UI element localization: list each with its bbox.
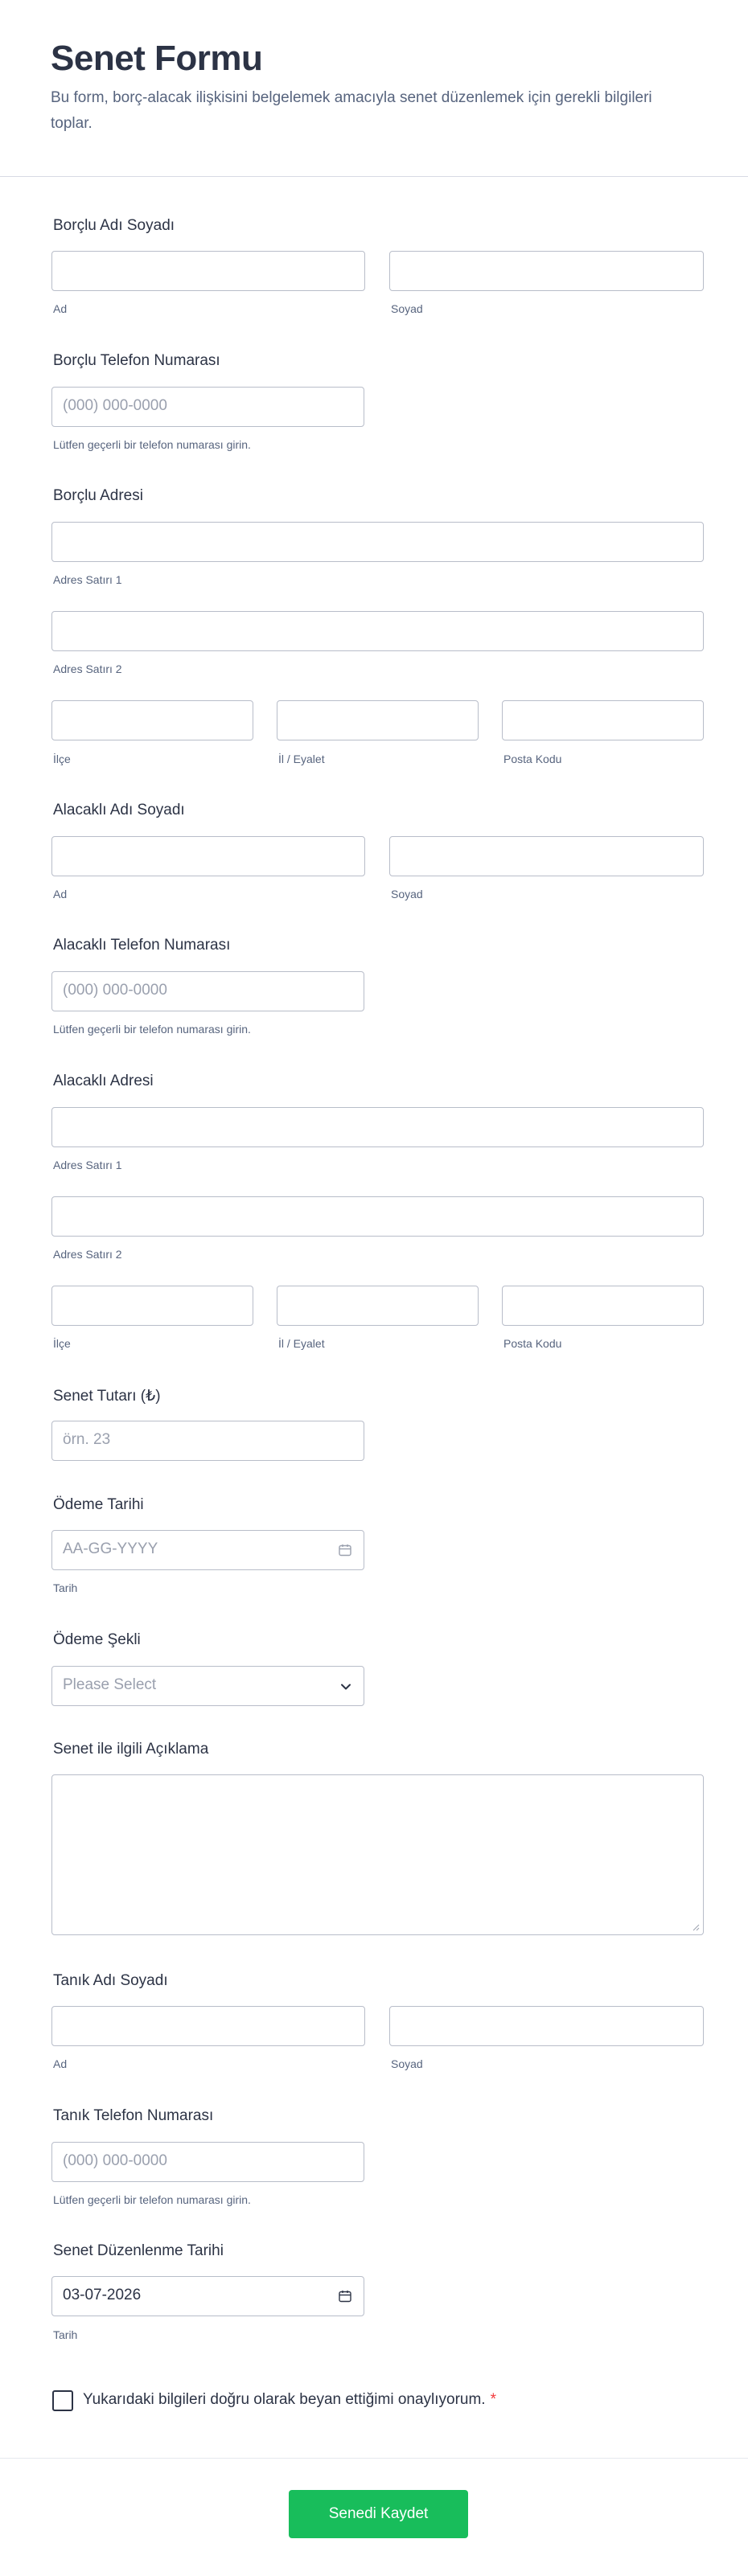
- confirm-label[interactable]: Yukarıdaki bilgileri doğru olarak beyan …: [83, 2391, 496, 2409]
- issue-date-label: Senet Düzenlenme Tarihi: [53, 2242, 224, 2259]
- borrower-name-label: Borçlu Adı Soyadı: [53, 217, 175, 234]
- witness-name-label: Tanık Adı Soyadı: [53, 1972, 168, 1989]
- payment-date-placeholder: AA-GG-YYYY: [63, 1540, 158, 1557]
- witness-phone-label: Tanık Telefon Numarası: [53, 2107, 214, 2124]
- witness-phone-placeholder: (000) 000-0000: [63, 2152, 167, 2169]
- payment-method-placeholder: Please Select: [63, 1676, 157, 1693]
- creditor-name-label: Alacaklı Adı Soyadı: [53, 802, 185, 818]
- payment-method-label: Ödeme Şekli: [53, 1631, 141, 1648]
- borrower-first-name-sublabel: Ad: [53, 302, 68, 315]
- creditor-phone-label: Alacaklı Telefon Numarası: [53, 937, 231, 954]
- witness-phone-hint: Lütfen geçerli bir telefon numarası giri…: [53, 2193, 251, 2206]
- witness-last-name-sublabel: Soyad: [391, 2057, 423, 2070]
- witness-phone-input[interactable]: (000) 000-0000: [51, 2142, 364, 2182]
- creditor-address-line1-sublabel: Adres Satırı 1: [53, 1159, 122, 1171]
- borrower-first-name-input[interactable]: [51, 251, 365, 291]
- creditor-address-label: Alacaklı Adresi: [53, 1073, 154, 1089]
- creditor-district-input[interactable]: [51, 1286, 253, 1326]
- confirm-checkbox[interactable]: [52, 2390, 73, 2411]
- borrower-address-line1-sublabel: Adres Satırı 1: [53, 573, 122, 586]
- creditor-province-sublabel: İl / Eyalet: [278, 1337, 325, 1350]
- borrower-postal-sublabel: Posta Kodu: [503, 753, 562, 765]
- amount-placeholder: örn. 23: [63, 1431, 111, 1448]
- borrower-postal-input[interactable]: [502, 700, 704, 740]
- witness-first-name-sublabel: Ad: [53, 2057, 68, 2070]
- issue-date-value: 03-07-2026: [63, 2287, 142, 2303]
- creditor-phone-hint: Lütfen geçerli bir telefon numarası giri…: [53, 1023, 251, 1036]
- borrower-address-label: Borçlu Adresi: [53, 487, 143, 504]
- borrower-address-line1-input[interactable]: [51, 522, 704, 562]
- payment-date-input[interactable]: AA-GG-YYYY: [51, 1530, 364, 1570]
- creditor-postal-sublabel: Posta Kodu: [503, 1337, 562, 1350]
- payment-date-label: Ödeme Tarihi: [53, 1496, 144, 1513]
- borrower-address-line2-sublabel: Adres Satırı 2: [53, 662, 122, 675]
- confirm-label-text: Yukarıdaki bilgileri doğru olarak beyan …: [83, 2391, 486, 2408]
- witness-first-name-input[interactable]: [51, 2006, 365, 2046]
- borrower-address-line2-input[interactable]: [51, 611, 704, 651]
- issue-date-sublabel: Tarih: [53, 2328, 78, 2341]
- creditor-address-line1-input[interactable]: [51, 1107, 704, 1147]
- amount-input[interactable]: örn. 23: [51, 1421, 364, 1461]
- borrower-phone-input[interactable]: (000) 000-0000: [51, 387, 364, 427]
- required-mark: *: [490, 2391, 496, 2408]
- issue-date-input[interactable]: 03-07-2026: [51, 2276, 364, 2316]
- borrower-last-name-sublabel: Soyad: [391, 302, 423, 315]
- borrower-province-input[interactable]: [277, 700, 479, 740]
- borrower-phone-hint: Lütfen geçerli bir telefon numarası giri…: [53, 438, 251, 451]
- borrower-phone-label: Borçlu Telefon Numarası: [53, 352, 220, 369]
- description-textarea[interactable]: [51, 1774, 704, 1935]
- borrower-district-input[interactable]: [51, 700, 253, 740]
- creditor-phone-placeholder: (000) 000-0000: [63, 982, 167, 999]
- borrower-last-name-input[interactable]: [389, 251, 704, 291]
- creditor-last-name-input[interactable]: [389, 836, 704, 876]
- form-header: Senet Formu Bu form, borç-alacak ilişkis…: [0, 0, 748, 177]
- calendar-icon[interactable]: [338, 1543, 352, 1557]
- calendar-icon[interactable]: [338, 2289, 352, 2303]
- resize-handle-icon[interactable]: [690, 1922, 700, 1931]
- description-label: Senet ile ilgili Açıklama: [53, 1741, 209, 1758]
- witness-last-name-input[interactable]: [389, 2006, 704, 2046]
- chevron-down-icon: [341, 1684, 351, 1690]
- creditor-address-line2-sublabel: Adres Satırı 2: [53, 1248, 122, 1261]
- creditor-province-input[interactable]: [277, 1286, 479, 1326]
- amount-label: Senet Tutarı (₺): [53, 1388, 161, 1405]
- borrower-phone-placeholder: (000) 000-0000: [63, 397, 167, 414]
- creditor-address-line2-input[interactable]: [51, 1196, 704, 1237]
- creditor-postal-input[interactable]: [502, 1286, 704, 1326]
- payment-date-sublabel: Tarih: [53, 1581, 78, 1594]
- footer-divider: [0, 2458, 748, 2459]
- payment-method-select[interactable]: Please Select: [51, 1666, 364, 1706]
- creditor-first-name-sublabel: Ad: [53, 888, 68, 900]
- creditor-district-sublabel: İlçe: [53, 1337, 71, 1350]
- form-title: Senet Formu: [51, 39, 263, 78]
- creditor-phone-input[interactable]: (000) 000-0000: [51, 971, 364, 1011]
- form-subtitle: Bu form, borç-alacak ilişkisini belgelem…: [51, 89, 652, 132]
- borrower-district-sublabel: İlçe: [53, 753, 71, 765]
- creditor-last-name-sublabel: Soyad: [391, 888, 423, 900]
- borrower-province-sublabel: İl / Eyalet: [278, 753, 325, 765]
- submit-button[interactable]: Senedi Kaydet: [289, 2490, 468, 2538]
- creditor-first-name-input[interactable]: [51, 836, 365, 876]
